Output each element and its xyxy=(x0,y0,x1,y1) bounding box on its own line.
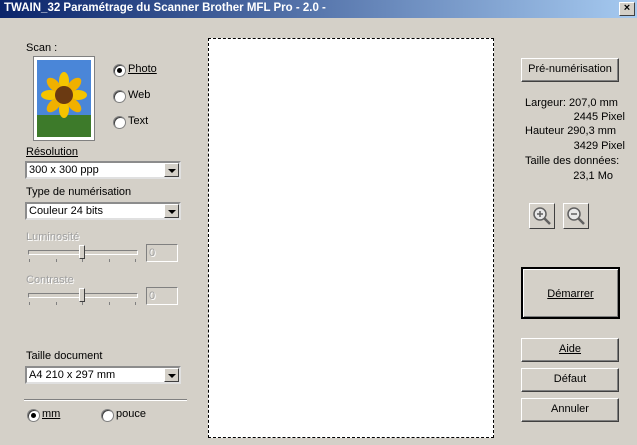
slider-tick xyxy=(56,302,57,305)
help-button-label: Aide xyxy=(558,343,582,355)
slider-tick xyxy=(82,259,83,262)
title-bar: TWAIN_32 Paramétrage du Scanner Brother … xyxy=(0,0,637,18)
chevron-down-icon[interactable] xyxy=(164,368,179,382)
scan-type-label: Type de numérisation xyxy=(26,186,132,198)
slider-tick xyxy=(29,302,30,305)
scan-type-select[interactable]: Couleur 24 bits xyxy=(25,202,181,220)
brightness-label: Luminosité xyxy=(26,231,80,243)
brightness-slider-thumb[interactable] xyxy=(79,245,85,259)
data-size-value: 23,1 Mo xyxy=(573,170,613,182)
default-button[interactable]: Défaut xyxy=(521,368,619,392)
height-pixels: 3429 Pixel xyxy=(573,140,625,152)
slider-tick xyxy=(29,259,30,262)
window-title: TWAIN_32 Paramétrage du Scanner Brother … xyxy=(4,2,326,14)
slider-tick xyxy=(82,302,83,305)
sunflower-preview-icon xyxy=(33,56,95,141)
scan-photo-radio[interactable] xyxy=(113,64,126,77)
unit-inch-radio[interactable] xyxy=(101,409,114,422)
slider-tick xyxy=(109,302,110,305)
scan-web-label[interactable]: Web xyxy=(128,89,150,101)
resolution-select[interactable]: 300 x 300 ppp xyxy=(25,161,181,179)
scan-preview-area[interactable] xyxy=(208,38,494,438)
zoom-in-icon xyxy=(533,207,551,225)
chevron-down-icon[interactable] xyxy=(164,204,179,218)
scan-text-label[interactable]: Text xyxy=(128,115,148,127)
resolution-label: Résolution xyxy=(26,146,78,158)
unit-mm-radio[interactable] xyxy=(27,409,40,422)
document-size-select[interactable]: A4 210 x 297 mm xyxy=(25,366,181,384)
brightness-value: 0 xyxy=(149,247,156,259)
document-size-label: Taille document xyxy=(26,350,103,362)
start-button-label: Démarrer xyxy=(547,288,594,300)
cancel-button[interactable]: Annuler xyxy=(521,398,619,422)
contrast-value-box: 0 xyxy=(146,287,178,305)
scan-photo-label[interactable]: Photo xyxy=(128,63,157,75)
scan-web-radio[interactable] xyxy=(113,90,126,103)
scan-label: Scan : xyxy=(26,42,58,54)
scan-type-value: Couleur 24 bits xyxy=(29,205,103,217)
slider-tick xyxy=(135,302,136,305)
start-button[interactable]: Démarrer xyxy=(521,267,620,319)
contrast-value: 0 xyxy=(149,290,156,302)
zoom-out-button[interactable] xyxy=(563,203,589,229)
resolution-value: 300 x 300 ppp xyxy=(29,164,99,176)
width-label: Largeur: 207,0 mm xyxy=(525,97,618,109)
scan-text-radio[interactable] xyxy=(113,116,126,129)
cancel-button-label: Annuler xyxy=(551,403,589,415)
help-button[interactable]: Aide xyxy=(521,338,619,362)
chevron-down-icon[interactable] xyxy=(164,163,179,177)
default-button-label: Défaut xyxy=(553,373,587,385)
prescan-button[interactable]: Pré-numérisation xyxy=(521,58,619,82)
slider-tick xyxy=(109,259,110,262)
unit-mm-label[interactable]: mm xyxy=(42,408,60,420)
document-size-value: A4 210 x 297 mm xyxy=(29,369,116,381)
brightness-value-box: 0 xyxy=(146,244,178,262)
zoom-out-icon xyxy=(567,207,585,225)
close-button[interactable]: × xyxy=(619,2,635,16)
zoom-in-button[interactable] xyxy=(529,203,555,229)
contrast-label: Contraste xyxy=(26,274,74,286)
divider xyxy=(24,399,187,401)
slider-tick xyxy=(135,259,136,262)
width-pixels: 2445 Pixel xyxy=(573,111,625,123)
unit-inch-label[interactable]: pouce xyxy=(116,408,146,420)
slider-tick xyxy=(56,259,57,262)
data-size-label: Taille des données: xyxy=(525,155,620,167)
contrast-slider-thumb[interactable] xyxy=(79,288,85,302)
height-label: Hauteur 290,3 mm xyxy=(525,125,617,137)
prescan-button-label: Pré-numérisation xyxy=(528,63,612,75)
